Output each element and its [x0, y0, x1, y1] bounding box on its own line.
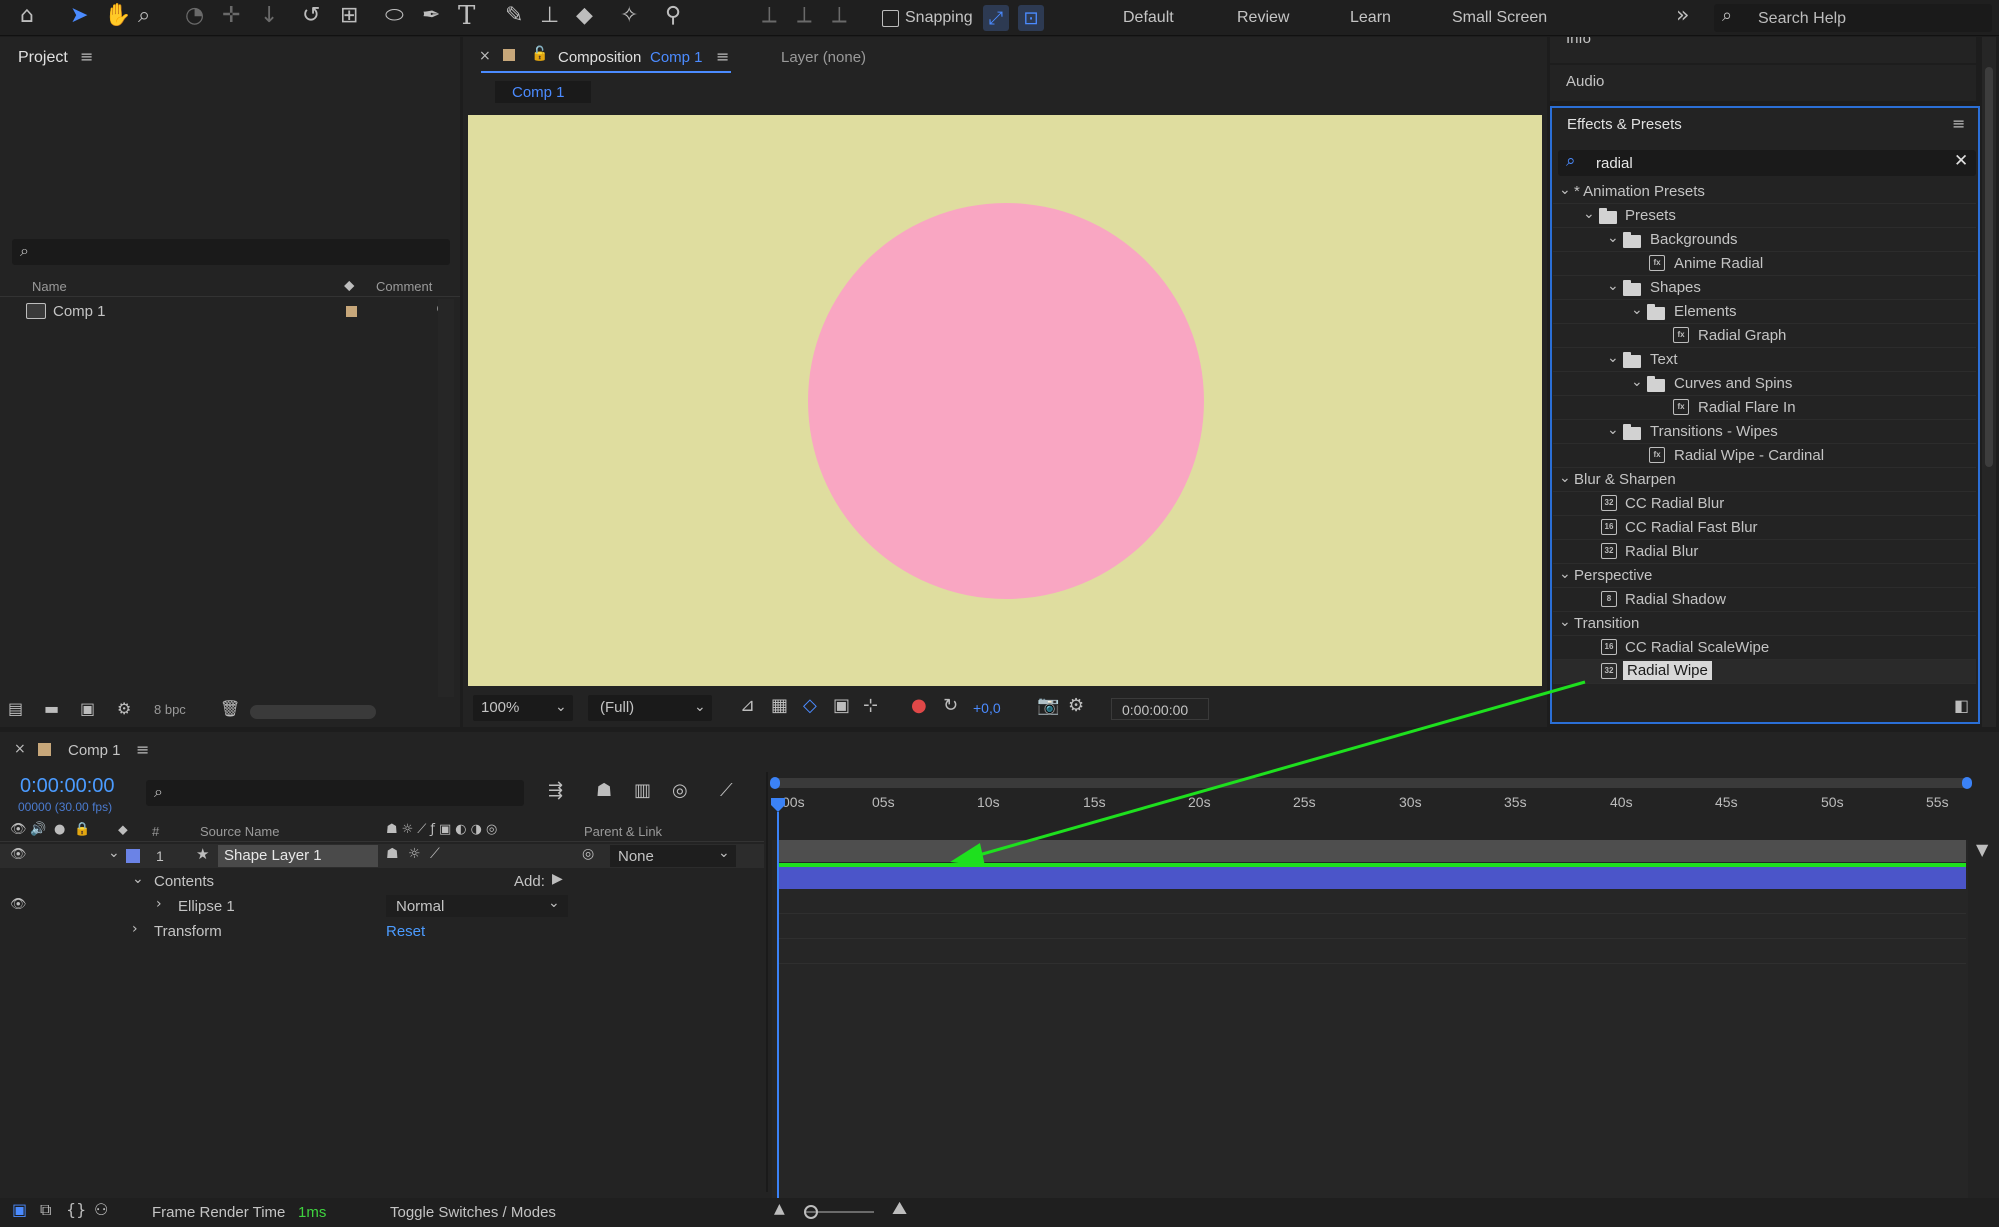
annotation-arrow — [950, 680, 1586, 866]
arrow-head — [950, 843, 985, 866]
arrow-line — [971, 680, 1586, 859]
